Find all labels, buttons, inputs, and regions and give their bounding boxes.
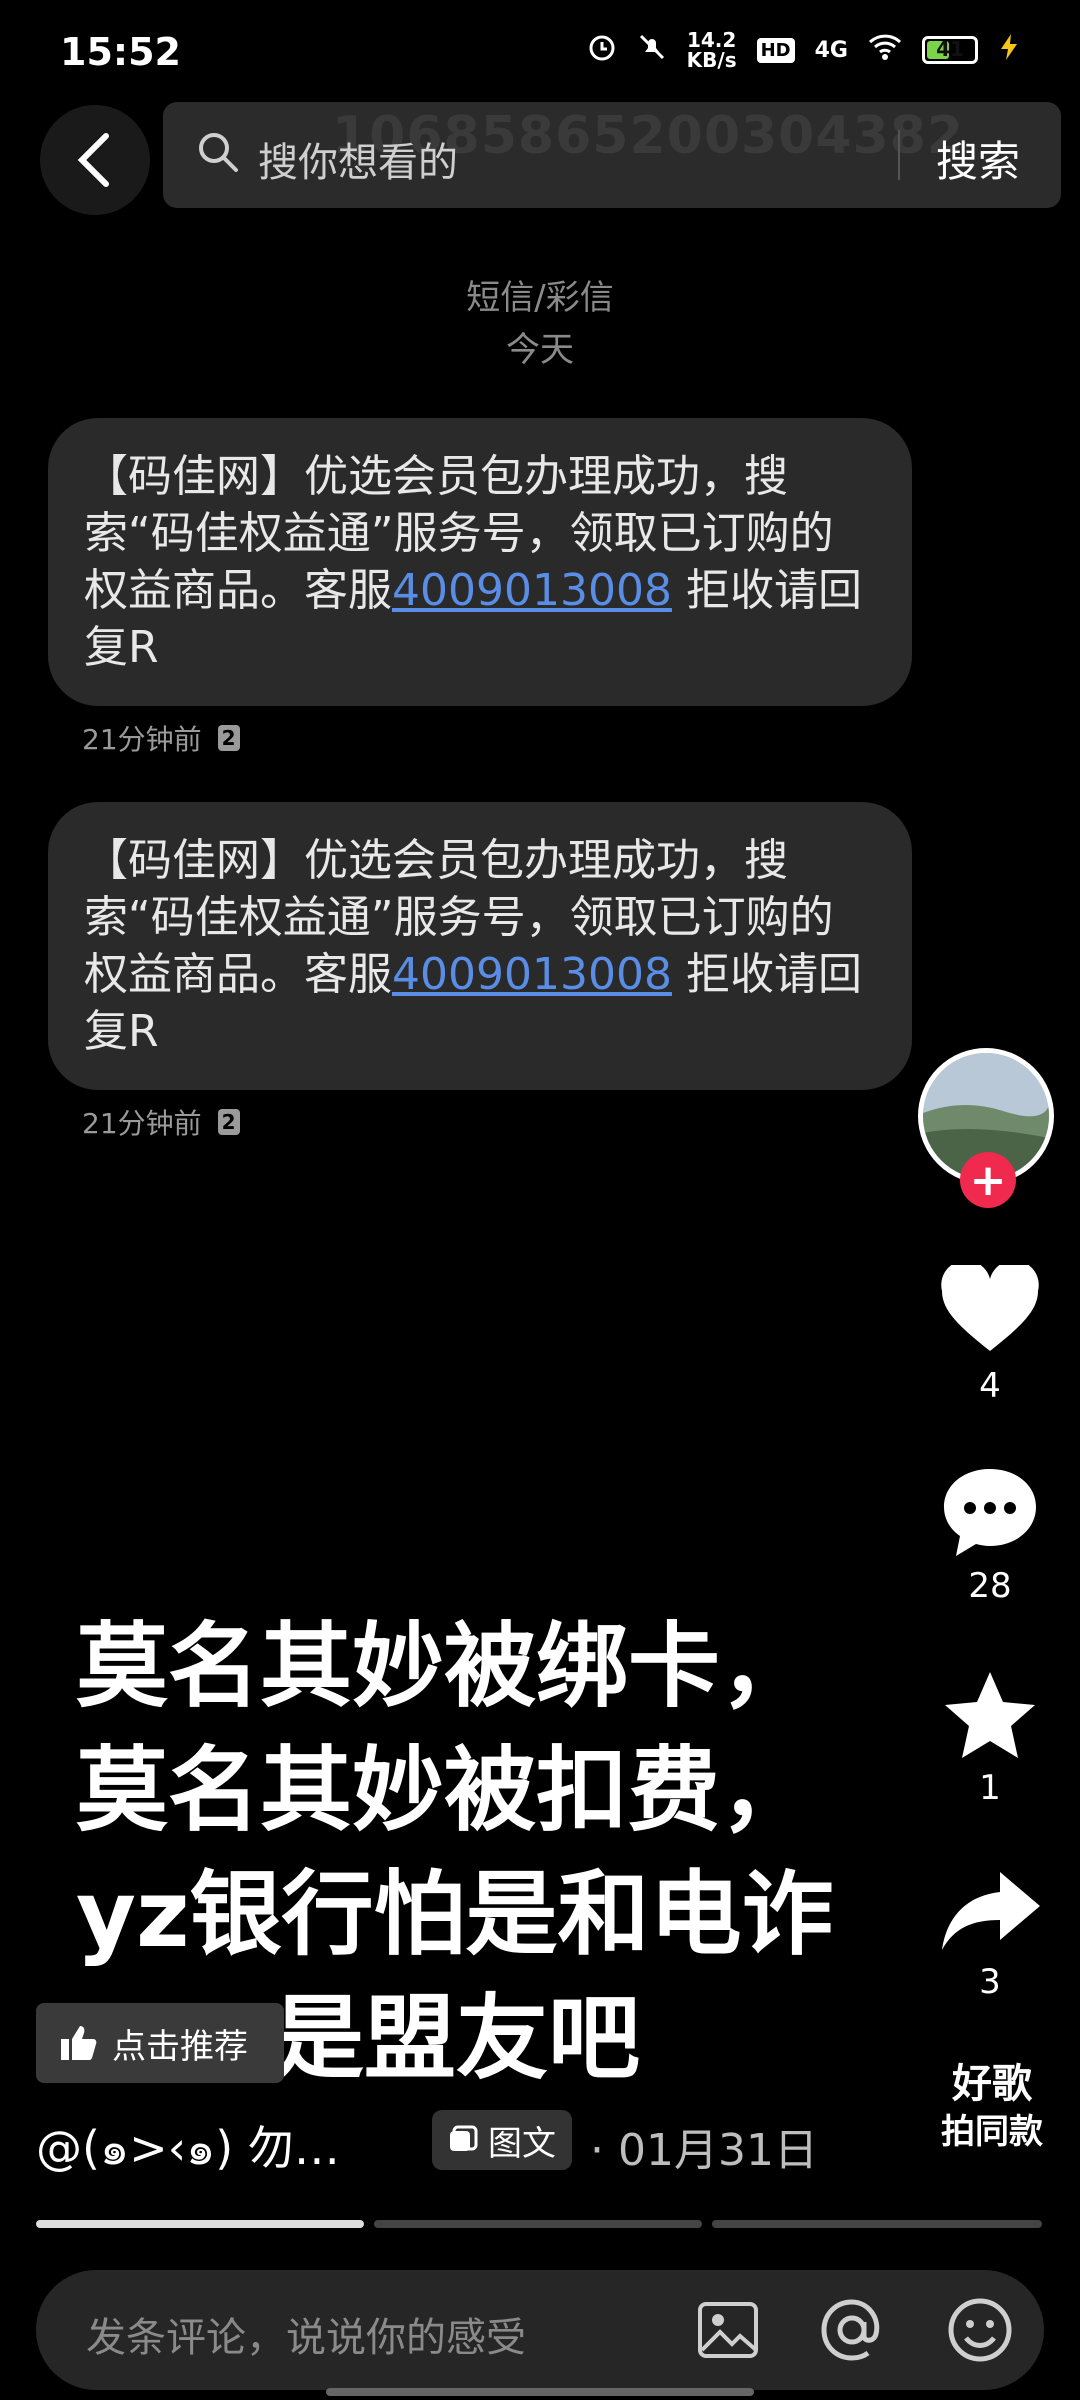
progress-segment xyxy=(36,2220,364,2228)
comment-input[interactable]: 发条评论，说说你的感受 xyxy=(86,2305,526,2363)
sms-bubble: 【码佳网】优选会员包办理成功，搜索“码佳权益通”服务号，领取已订购的权益商品。客… xyxy=(48,418,912,706)
back-button[interactable] xyxy=(40,105,150,215)
image-text-icon xyxy=(450,2125,478,2151)
like-count: 4 xyxy=(979,1366,1001,1406)
battery-icon: 41 xyxy=(922,36,978,64)
status-icons: 14.2 KB/s HD 4G 41 xyxy=(587,30,1020,70)
star-icon xyxy=(945,1672,1035,1758)
search-icon xyxy=(196,130,240,178)
mention-button[interactable] xyxy=(818,2296,886,2368)
share-count: 3 xyxy=(979,1962,1001,2002)
sms-time: 21分钟前 2 xyxy=(82,718,240,758)
network-type: 4G xyxy=(814,37,848,63)
post-date: · 01月31日 xyxy=(590,2125,818,2176)
progress-segment xyxy=(374,2220,702,2228)
wifi-icon xyxy=(868,33,902,68)
share-button[interactable] xyxy=(940,1868,1044,1956)
search-button[interactable]: 搜索 xyxy=(936,128,1020,189)
emoji-button[interactable] xyxy=(946,2296,1014,2368)
music-label[interactable]: 好歌 拍同款 xyxy=(932,2060,1052,2156)
recommend-button[interactable]: 点击推荐 xyxy=(36,2003,284,2083)
heart-icon xyxy=(941,1260,1039,1351)
sim-icon: 2 xyxy=(217,725,240,751)
thumbs-up-icon xyxy=(61,2026,97,2060)
image-icon xyxy=(698,2302,758,2358)
sms-day-label: 今天 xyxy=(506,330,574,370)
favorite-count: 1 xyxy=(979,1768,1001,1808)
emoji-icon xyxy=(948,2298,1012,2362)
comment-icon xyxy=(944,1469,1036,1556)
status-time: 15:52 xyxy=(60,30,181,74)
follow-button[interactable]: + xyxy=(960,1152,1016,1208)
phone-link[interactable]: 4009013008 xyxy=(392,565,672,616)
charging-icon xyxy=(998,32,1020,69)
favorite-button[interactable] xyxy=(940,1668,1040,1768)
comment-button[interactable] xyxy=(940,1465,1040,1565)
sms-bubble: 【码佳网】优选会员包办理成功，搜索“码佳权益通”服务号，领取已订购的权益商品。客… xyxy=(48,802,912,1090)
sms-time: 21分钟前 2 xyxy=(82,1102,240,1142)
hd-icon: HD xyxy=(756,37,795,63)
home-indicator xyxy=(326,2388,754,2396)
sim-icon: 2 xyxy=(217,1109,240,1135)
mute-icon xyxy=(637,32,667,69)
alarm-icon xyxy=(587,32,617,69)
search-divider xyxy=(898,130,900,180)
share-arrow-icon xyxy=(942,1872,1040,1950)
image-picker-button[interactable] xyxy=(696,2300,760,2364)
like-button[interactable] xyxy=(940,1260,1040,1359)
search-input[interactable]: 搜你想看的 xyxy=(258,130,458,188)
back-arrow-icon xyxy=(77,133,109,187)
at-sign-icon xyxy=(821,2299,880,2361)
progress-segment xyxy=(712,2220,1042,2228)
post-type-badge: 图文 xyxy=(432,2110,572,2170)
net-speed: 14.2 KB/s xyxy=(686,28,737,72)
author-name[interactable]: @(๑>‹๑) 勿… xyxy=(36,2112,340,2185)
phone-link[interactable]: 4009013008 xyxy=(392,949,672,1000)
sms-type-label: 短信/彩信 xyxy=(466,278,614,318)
comment-count: 28 xyxy=(968,1566,1012,1606)
